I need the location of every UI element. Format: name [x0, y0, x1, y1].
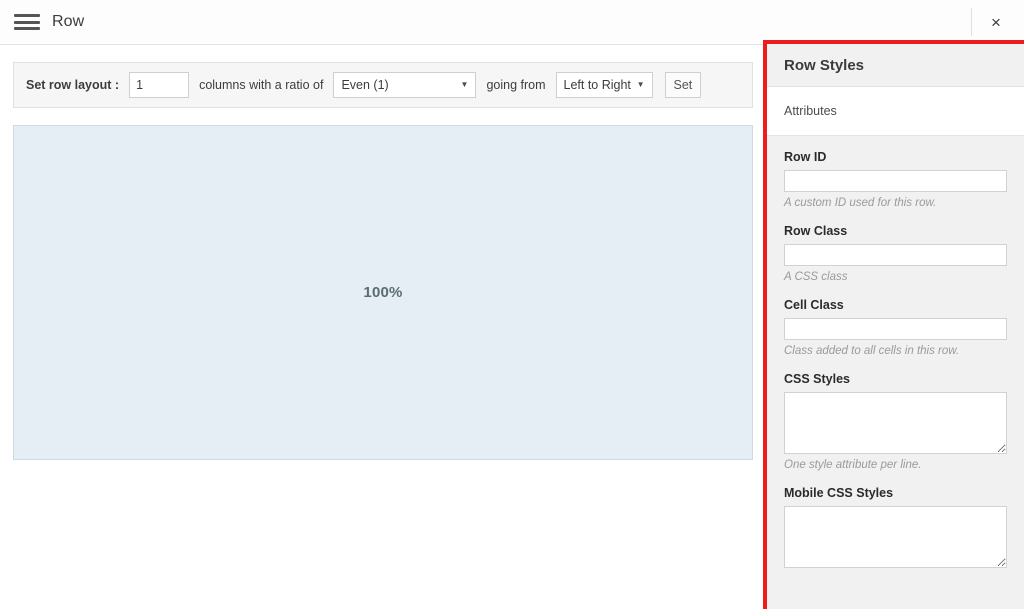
- field-mobile-css-styles: Mobile CSS Styles: [784, 486, 1007, 568]
- close-icon[interactable]: ×: [974, 0, 1018, 44]
- row-styles-panel: Row Styles Attributes Row ID A custom ID…: [767, 44, 1024, 609]
- row-id-label: Row ID: [784, 150, 827, 164]
- field-row-class: Row Class A CSS class: [784, 224, 1007, 283]
- attributes-form: Row ID A custom ID used for this row. Ro…: [767, 136, 1024, 608]
- hamburger-icon[interactable]: [14, 12, 40, 32]
- cell-class-label: Cell Class: [784, 298, 844, 312]
- columns-count-input[interactable]: [129, 72, 190, 98]
- set-button[interactable]: Set: [664, 72, 702, 98]
- row-class-input[interactable]: [784, 244, 1007, 266]
- cell-class-help: Class added to all cells in this row.: [784, 345, 960, 357]
- ratio-select-value: Even (1): [341, 78, 389, 92]
- mobile-css-styles-textarea[interactable]: [784, 506, 1007, 568]
- row-styles-panel-highlight: Row Styles Attributes Row ID A custom ID…: [763, 40, 1024, 609]
- panel-title: Row Styles: [784, 56, 865, 74]
- direction-select-value: Left to Right: [563, 78, 631, 92]
- ratio-select[interactable]: Even (1) ▼: [333, 72, 477, 98]
- row-cell-preview[interactable]: 100%: [13, 125, 753, 460]
- panel-header: Row Styles: [767, 44, 1024, 87]
- row-class-help: A CSS class: [784, 271, 848, 283]
- columns-ratio-label: columns with a ratio of: [199, 78, 324, 92]
- field-cell-class: Cell Class Class added to all cells in t…: [784, 298, 1007, 357]
- cell-class-input[interactable]: [784, 318, 1007, 340]
- chevron-down-icon: ▼: [636, 80, 645, 89]
- modal-header: Row ×: [0, 0, 1024, 45]
- header-divider: [971, 8, 972, 36]
- cell-width-label: 100%: [363, 284, 403, 301]
- row-layout-toolbar: Set row layout : columns with a ratio of…: [13, 62, 753, 108]
- row-class-label: Row Class: [784, 224, 848, 238]
- css-styles-help: One style attribute per line.: [784, 459, 922, 471]
- css-styles-textarea[interactable]: [784, 392, 1007, 454]
- row-editor-modal: Row × Set row layout : columns with a ra…: [0, 0, 1024, 609]
- tab-attributes[interactable]: Attributes: [784, 104, 837, 118]
- css-styles-label: CSS Styles: [784, 372, 851, 386]
- set-row-layout-label: Set row layout :: [26, 78, 120, 92]
- field-css-styles: CSS Styles One style attribute per line.: [784, 372, 1007, 471]
- panel-tabs: Attributes: [767, 87, 1024, 136]
- going-from-label: going from: [486, 78, 546, 92]
- field-row-id: Row ID A custom ID used for this row.: [784, 150, 1007, 209]
- chevron-down-icon: ▼: [460, 80, 469, 89]
- direction-select[interactable]: Left to Right ▼: [555, 72, 653, 98]
- row-id-help: A custom ID used for this row.: [784, 197, 937, 209]
- page-title: Row: [52, 13, 85, 30]
- editor-workspace: Set row layout : columns with a ratio of…: [0, 45, 763, 609]
- mobile-css-styles-label: Mobile CSS Styles: [784, 486, 894, 500]
- row-id-input[interactable]: [784, 170, 1007, 192]
